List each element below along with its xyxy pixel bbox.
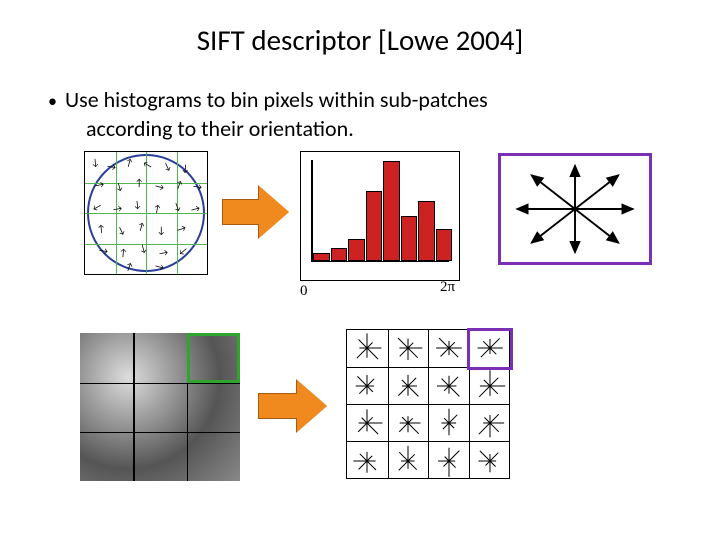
descriptor-cell-star-icon [347,443,387,479]
histogram-x-max-label: 2π [440,279,455,296]
descriptor-cell-star-icon [388,405,428,441]
descriptor-cell-star-icon [429,443,469,479]
highlighted-subpatch-green [187,333,240,382]
histogram-bar [383,161,400,261]
histogram-bar [331,248,348,261]
descriptor-cell-star-icon [429,368,469,404]
descriptor-cell-star-icon [347,330,387,366]
descriptor-cell-star-icon [470,405,510,441]
descriptor-cell-star-icon [470,443,510,479]
star-arrows-icon [501,156,649,262]
slide-title: SIFT descriptor [Lowe 2004] [0,0,720,58]
histogram-bar [366,191,383,262]
histogram-bar [313,253,330,262]
image-patch-grid [80,333,240,481]
orientation-star-box [498,153,652,265]
descriptor-cell-star-icon [429,330,469,366]
descriptor-cell-star-icon [429,405,469,441]
descriptor-cell-star-icon [347,405,387,441]
histogram-x-min-label: 0 [300,283,308,300]
diagram-canvas: ↘ → ↗ ↑ ↘ ↘ → ↘ ↗ → ↗ → ↓ → ↘ ↗ ↘ → ↗ ↘ … [0,143,720,523]
bullet-text-line1: Use histograms to bin pixels within sub-… [65,86,488,113]
histogram-bar [401,216,418,262]
bullet-marker: • [48,90,57,113]
descriptor-cell-star-icon [470,368,510,404]
highlighted-descriptor-cell-purple [467,328,513,370]
descriptor-cell-star-icon [388,443,428,479]
descriptor-cell-star-icon [388,330,428,366]
gradient-patch-grid: ↘ → ↗ ↑ ↘ ↘ → ↘ ↗ → ↗ → ↓ → ↘ ↗ ↘ → ↗ ↘ … [84,151,208,275]
descriptor-cell-star-icon [347,368,387,404]
orientation-histogram [300,151,460,281]
descriptor-grid [346,329,510,479]
descriptor-cell-star-icon [388,368,428,404]
bullet-text-line2: according to their orientation. [86,115,720,144]
histogram-bar [436,229,453,262]
histogram-bar [348,239,365,261]
histogram-bar [418,201,435,261]
bullet-item: • Use histograms to bin pixels within sub… [48,86,720,143]
